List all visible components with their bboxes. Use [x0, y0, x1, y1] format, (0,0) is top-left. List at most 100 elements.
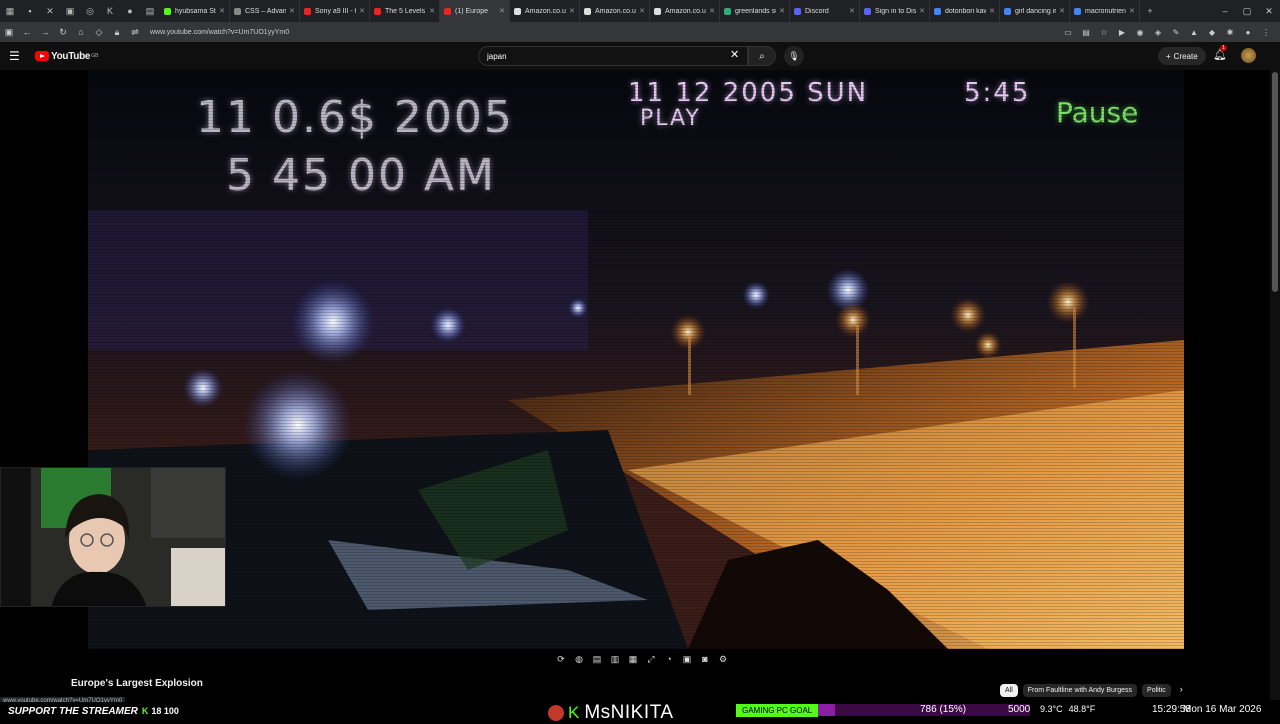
extension-icon-2[interactable]: ◈ [1152, 28, 1164, 37]
browser-tab[interactable]: Amazon.co.uk ✕ [580, 0, 650, 22]
tab-close-icon[interactable]: ✕ [849, 7, 855, 15]
notification-badge: 1 [1220, 45, 1227, 51]
audio-icon[interactable]: ◍ [572, 652, 586, 666]
pinned-tab-kick-icon[interactable]: K [100, 0, 120, 22]
sidebar-toggle-icon[interactable]: ▣ [0, 27, 18, 38]
browser-tab[interactable]: hyubsama Stre✕ [160, 0, 230, 22]
tab-close-icon[interactable]: ✕ [359, 7, 365, 15]
create-label: Create [1173, 51, 1198, 61]
tab-close-icon[interactable]: ✕ [219, 7, 225, 15]
tab-close-icon[interactable]: ✕ [429, 7, 435, 15]
pinned-tab-spotify-icon[interactable]: ● [120, 0, 140, 22]
youtube-play-icon [35, 51, 49, 61]
extension-icon-3[interactable]: ✎ [1170, 28, 1182, 37]
screenshot-icon[interactable]: ◙ [698, 652, 712, 666]
video-player[interactable]: 11 0.6$ 2005 5 45 00 AM 11 12 2005 SUN P… [88, 70, 1184, 649]
browser-tab[interactable]: greenlands sui ✕ [720, 0, 790, 22]
vhs-time-overlay: 5 45 00 AM [226, 150, 496, 201]
tab-favicon-icon [374, 7, 381, 15]
extension-icon-4[interactable]: ▲ [1188, 28, 1200, 37]
weather-temp-f: 48.8°F [1068, 704, 1096, 714]
extension-icon-5[interactable]: ◆ [1206, 28, 1218, 37]
page-scrollbar[interactable] [1270, 70, 1280, 700]
record-icon [548, 705, 564, 721]
scrollbar-thumb[interactable] [1272, 72, 1278, 292]
tab-close-icon[interactable]: ✕ [989, 7, 995, 15]
more-menu-icon[interactable]: ⋮ [1260, 28, 1272, 37]
pinned-tab-check-icon[interactable]: ▣ [60, 0, 80, 22]
home-icon[interactable]: ⌂ [72, 27, 90, 37]
chip-all[interactable]: All [1000, 684, 1018, 697]
tab-close-icon[interactable]: ✕ [1059, 7, 1065, 15]
loop-icon[interactable]: ⟳ [554, 652, 568, 666]
extension-icons: ▭ ▤ ☆ ▶ ◉ ◈ ✎ ▲ ◆ ✱ ● ⋮ [1062, 28, 1272, 37]
tab-favicon-icon [164, 7, 171, 15]
profile-icon[interactable]: ● [1242, 28, 1254, 37]
forward-icon[interactable]: → [36, 27, 54, 37]
maximize-icon[interactable]: ▢ [1236, 6, 1258, 17]
browser-tab[interactable]: girl dancing in ✕ [1000, 0, 1070, 22]
clear-search-icon[interactable]: ✕ [730, 48, 739, 61]
tab-close-icon[interactable]: ✕ [569, 7, 575, 15]
browser-tab[interactable]: macronutrient ✕ [1070, 0, 1140, 22]
tab-close-icon[interactable]: ✕ [709, 7, 715, 15]
lock-icon[interactable]: 🔒︎ [108, 27, 126, 38]
chevron-right-icon[interactable]: › [1180, 684, 1183, 697]
back-icon[interactable]: ← [18, 27, 36, 37]
pip-icon[interactable]: ▣ [680, 652, 694, 666]
tab-close-icon[interactable]: ✕ [639, 7, 645, 15]
speed-icon[interactable]: ◔ [662, 652, 676, 666]
chip-politics[interactable]: Politic [1142, 684, 1171, 697]
frame-icon[interactable]: ▦ [626, 652, 640, 666]
browser-tab[interactable]: Amazon.co.uk ✕ [650, 0, 720, 22]
tab-actions-icon[interactable]: ▦ [0, 0, 20, 22]
weather-widget: 9.3°C 48.8°F [1040, 704, 1095, 714]
url-field[interactable]: www.youtube.com/watch?v=Um7UO1yyYm0 [150, 29, 1062, 36]
browser-tab[interactable]: (1) Europe ✕ [440, 0, 510, 22]
resize-icon[interactable]: ⤢ [644, 652, 658, 666]
browser-tab[interactable]: Sign in to Disc ✕ [860, 0, 930, 22]
minimize-icon[interactable]: – [1214, 6, 1236, 17]
notifications-button[interactable]: 🔔︎ 1 [1213, 45, 1227, 61]
shield-icon[interactable]: ◇ [90, 27, 108, 38]
voice-search-button[interactable]: 🎙︎ [784, 46, 804, 66]
kick-branding: K MsNIKITA [548, 702, 674, 724]
pinned-tab-docs-icon[interactable]: ▤ [140, 0, 160, 22]
tab-close-icon[interactable]: ✕ [499, 7, 505, 15]
date: Mon 16 Mar 2026 [1183, 704, 1262, 715]
create-button[interactable]: + Create [1158, 47, 1206, 65]
pinned-tab-instagram-icon[interactable]: ◎ [80, 0, 100, 22]
tab-close-icon[interactable]: ✕ [779, 7, 785, 15]
extension-icon-1[interactable]: ◉ [1134, 28, 1146, 37]
translate-icon[interactable]: ▤ [1080, 28, 1092, 37]
browser-tab[interactable]: The 5 Levels of✕ [370, 0, 440, 22]
cinema-icon[interactable]: ▤ [590, 652, 604, 666]
pinned-tab-x-icon[interactable]: ✕ [40, 0, 60, 22]
clip-icon[interactable]: ▥ [608, 652, 622, 666]
settings-gear-icon[interactable]: ⚙ [716, 652, 730, 666]
pinned-tab-icon[interactable]: ▪ [20, 0, 40, 22]
search-button[interactable]: ⌕ [748, 46, 776, 66]
browser-tab[interactable]: Amazon.co.uk ✕ [510, 0, 580, 22]
youtube-logo[interactable]: YouTube GB [35, 51, 98, 62]
chip-faultline[interactable]: From Faultline with Andy Burgess [1022, 684, 1138, 697]
avatar[interactable] [1241, 48, 1256, 63]
browser-tab[interactable]: dotonbori kaw ✕ [930, 0, 1000, 22]
puzzle-icon[interactable]: ✱ [1224, 28, 1236, 37]
browser-tab[interactable]: CSS – Advance✕ [230, 0, 300, 22]
browser-tab[interactable]: Discord ✕ [790, 0, 860, 22]
tab-close-icon[interactable]: ✕ [919, 7, 925, 15]
tab-close-icon[interactable]: ✕ [1129, 7, 1135, 15]
tab-close-icon[interactable]: ✕ [289, 7, 295, 15]
site-settings-icon[interactable]: ⇌ [126, 27, 144, 38]
close-window-icon[interactable]: ✕ [1258, 6, 1280, 17]
search-input[interactable]: japan [478, 46, 748, 66]
new-tab-icon[interactable]: + [1140, 0, 1160, 22]
reload-icon[interactable]: ↻ [54, 27, 72, 38]
tab-favicon-icon [654, 7, 661, 15]
extension-play-icon[interactable]: ▶ [1116, 28, 1128, 37]
browser-tab[interactable]: Sony a9 III - th ✕ [300, 0, 370, 22]
hamburger-menu-icon[interactable]: ☰ [9, 49, 29, 63]
cast-icon[interactable]: ▭ [1062, 28, 1074, 37]
bookmark-star-icon[interactable]: ☆ [1098, 28, 1110, 37]
